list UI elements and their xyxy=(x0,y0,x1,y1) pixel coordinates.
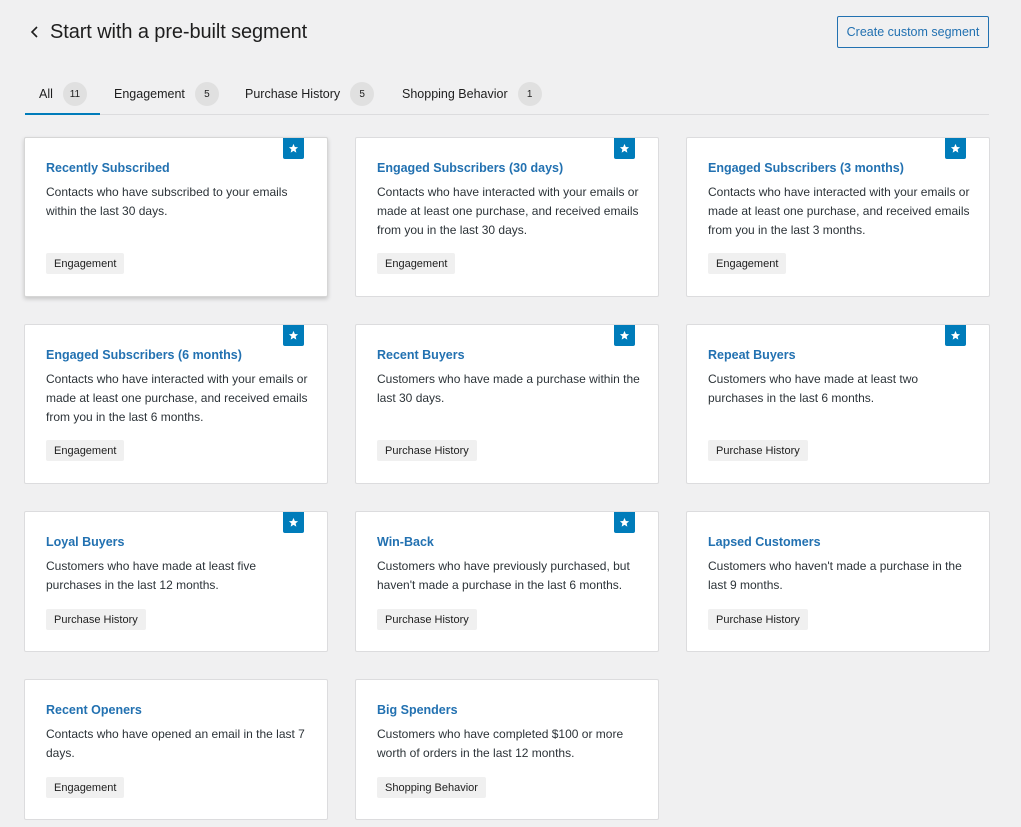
segment-category-tag: Purchase History xyxy=(46,609,146,630)
featured-star-badge xyxy=(945,138,966,159)
segment-title: Recent Buyers xyxy=(377,348,465,362)
star-icon xyxy=(288,330,299,340)
segment-category-tag: Engagement xyxy=(708,253,787,274)
segment-card[interactable]: Recently Subscribed Contacts who have su… xyxy=(24,137,328,297)
featured-star-badge xyxy=(283,325,304,346)
segment-description: Contacts who have subscribed to your ema… xyxy=(46,185,288,218)
featured-star-badge xyxy=(614,512,635,533)
star-icon xyxy=(619,517,630,527)
featured-star-badge xyxy=(614,138,635,159)
segment-category-tag: Purchase History xyxy=(377,440,477,461)
segment-description: Contacts who have opened an email in the… xyxy=(46,727,305,760)
segment-tabs: All 11 Engagement 5 Purchase History 5 S… xyxy=(25,74,989,115)
segment-description: Contacts who have interacted with your e… xyxy=(377,185,639,237)
segment-title: Engaged Subscribers (6 months) xyxy=(46,348,242,362)
tab-count-badge: 5 xyxy=(350,82,375,106)
segment-title: Recent Openers xyxy=(46,703,142,717)
segment-description: Customers who have completed $100 or mor… xyxy=(377,727,624,760)
segment-card[interactable]: Big Spenders Customers who have complete… xyxy=(355,679,659,820)
segment-description: Contacts who have interacted with your e… xyxy=(46,372,308,424)
segment-description: Customers who have made at least five pu… xyxy=(46,559,257,592)
segment-title: Engaged Subscribers (3 months) xyxy=(708,161,904,175)
featured-star-badge xyxy=(283,512,304,533)
chevron-left-icon xyxy=(30,26,38,38)
segment-title: Recently Subscribed xyxy=(46,161,170,175)
tab-label: Purchase History xyxy=(245,87,341,101)
tab-label: Shopping Behavior xyxy=(402,87,508,101)
star-icon xyxy=(619,330,630,340)
featured-star-badge xyxy=(614,325,635,346)
segment-card[interactable]: Recent Buyers Customers who have made a … xyxy=(355,324,659,484)
segment-title: Engaged Subscribers (30 days) xyxy=(377,161,564,175)
tab-count-badge: 11 xyxy=(62,82,87,106)
create-custom-segment-button[interactable]: Create custom segment xyxy=(837,16,989,48)
star-icon xyxy=(619,143,630,153)
tab-engagement[interactable]: Engagement 5 xyxy=(114,74,219,114)
segment-card[interactable]: Loyal Buyers Customers who have made at … xyxy=(24,511,328,652)
segment-description: Customers who have previously purchased,… xyxy=(377,559,630,592)
segment-category-tag: Engagement xyxy=(377,253,456,274)
tab-label: All xyxy=(39,87,53,101)
segment-category-tag: Engagement xyxy=(46,777,125,798)
tab-count-badge: 5 xyxy=(194,82,219,106)
segment-category-tag: Purchase History xyxy=(708,440,808,461)
segment-category-tag: Engagement xyxy=(46,253,125,274)
back-button[interactable] xyxy=(26,22,44,42)
segment-category-tag: Engagement xyxy=(46,440,125,461)
segment-card[interactable]: Engaged Subscribers (30 days) Contacts w… xyxy=(355,137,659,297)
segment-card[interactable]: Engaged Subscribers (6 months) Contacts … xyxy=(24,324,328,484)
segment-card[interactable]: Lapsed Customers Customers who haven't m… xyxy=(686,511,990,652)
featured-star-badge xyxy=(945,325,966,346)
page-title: Start with a pre-built segment xyxy=(50,21,308,43)
tab-label: Engagement xyxy=(114,87,185,101)
tab-all[interactable]: All 11 xyxy=(25,74,100,115)
tab-shopping-behavior[interactable]: Shopping Behavior 1 xyxy=(402,74,542,114)
star-icon xyxy=(950,143,961,153)
segment-description: Contacts who have interacted with your e… xyxy=(708,185,970,237)
tab-purchase-history[interactable]: Purchase History 5 xyxy=(245,74,375,114)
segment-title: Lapsed Customers xyxy=(708,535,821,549)
star-icon xyxy=(288,143,299,153)
segment-category-tag: Purchase History xyxy=(377,609,477,630)
star-icon xyxy=(950,330,961,340)
star-icon xyxy=(288,517,299,527)
segment-card[interactable]: Repeat Buyers Customers who have made at… xyxy=(686,324,990,484)
segment-card[interactable]: Engaged Subscribers (3 months) Contacts … xyxy=(686,137,990,297)
segment-card[interactable]: Recent Openers Contacts who have opened … xyxy=(24,679,328,820)
segment-card[interactable]: Win-Back Customers who have previously p… xyxy=(355,511,659,652)
segment-category-tag: Shopping Behavior xyxy=(377,777,486,798)
segment-title: Big Spenders xyxy=(377,703,458,717)
segment-title: Repeat Buyers xyxy=(708,348,796,362)
segment-description: Customers who have made at least two pur… xyxy=(708,372,919,405)
segment-description: Customers who haven't made a purchase in… xyxy=(708,559,962,592)
segments-page: Start with a pre-built segment Create cu… xyxy=(0,0,1021,827)
segment-category-tag: Purchase History xyxy=(708,609,808,630)
segment-description: Customers who have made a purchase withi… xyxy=(377,372,640,405)
segment-title: Loyal Buyers xyxy=(46,535,125,549)
featured-star-badge xyxy=(283,138,304,159)
page-header: Start with a pre-built segment Create cu… xyxy=(0,0,1021,64)
tab-count-badge: 1 xyxy=(517,82,542,106)
segment-title: Win-Back xyxy=(377,535,434,549)
